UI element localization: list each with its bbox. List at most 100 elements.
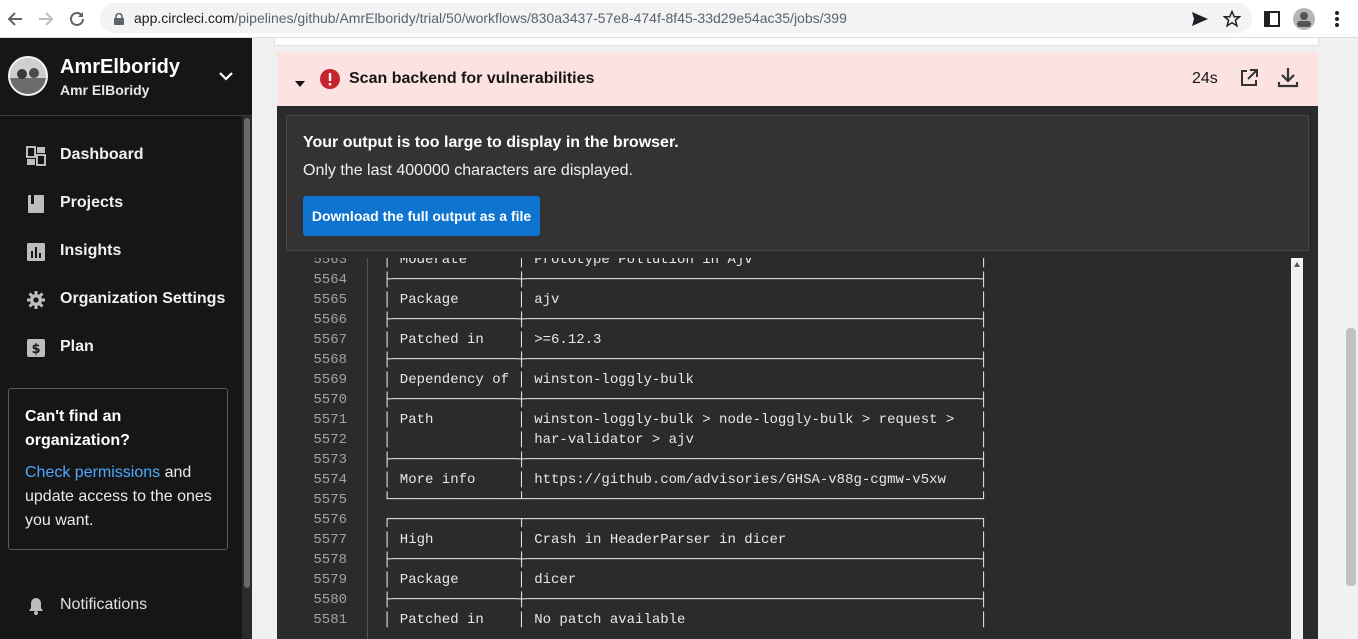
- sidebar-item-label: Insights: [60, 242, 122, 259]
- log-line-text: │ │ har-validator > ajv │: [383, 432, 988, 448]
- log-line: 5570 ├───────────────┼───────────────────…: [289, 390, 1303, 410]
- log-line-number: 5578: [313, 552, 347, 568]
- log-line-number: 5571: [313, 412, 347, 428]
- log-line: 5564 ├───────────────┼───────────────────…: [289, 270, 1303, 290]
- step-title: Scan backend for vulnerabilities: [349, 70, 595, 87]
- sidebar-item-label: Plan: [60, 338, 94, 355]
- sidebar-scrollbar-thumb[interactable]: [244, 118, 250, 588]
- log-line: 5566 ├───────────────┼───────────────────…: [289, 310, 1303, 330]
- log-line-number: 5572: [313, 432, 347, 448]
- dollar-icon: $: [26, 338, 46, 358]
- svg-text:$: $: [31, 342, 40, 357]
- notice-title: Your output is too large to display in t…: [303, 134, 679, 151]
- projects-icon: [26, 194, 46, 214]
- download-icon[interactable]: [1277, 66, 1299, 93]
- bell-icon: [26, 596, 46, 621]
- sidebar-item-organization-settings[interactable]: Organization Settings: [0, 280, 240, 320]
- log-line: 5579 │ Package │ dicer │: [289, 570, 1303, 590]
- notifications-label: Notifications: [60, 596, 148, 613]
- log-line-text: ├───────────────┼───────────────────────…: [383, 352, 988, 368]
- log-line: 5568 ├───────────────┼───────────────────…: [289, 350, 1303, 370]
- log-line-number: 5566: [313, 312, 347, 328]
- notifications-item[interactable]: Notifications: [0, 590, 240, 620]
- step-header[interactable]: Scan backend for vulnerabilities 24s: [277, 52, 1318, 106]
- log-line-number: 5564: [313, 272, 347, 288]
- log-line: 5567 │ Patched in │ >=6.12.3 │: [289, 330, 1303, 350]
- log-line-text: │ Patched in │ No patch available │: [383, 612, 988, 628]
- output-too-large-notice: Your output is too large to display in t…: [286, 115, 1309, 251]
- error-icon: [319, 68, 341, 95]
- log-output[interactable]: 5581 │ Patched in │ No patch available │ 5…: [289, 258, 1303, 639]
- reload-icon[interactable]: [65, 7, 89, 31]
- previous-step-card: [274, 38, 1319, 46]
- log-line-number: 5581: [313, 612, 347, 628]
- help-box: Can't find an organization? Check permis…: [8, 388, 228, 550]
- log-line-text: ├───────────────┼───────────────────────…: [383, 312, 988, 328]
- log-line-number: 5569: [313, 372, 347, 388]
- help-box-text: Check permissions and update access to t…: [25, 461, 215, 533]
- sidepanel-icon[interactable]: [1260, 7, 1284, 31]
- log-line-text: │ High │ Crash in HeaderParser in dicer …: [383, 532, 988, 548]
- sidebar-item-plan[interactable]: $ Plan: [0, 328, 240, 368]
- log-line-text: ├───────────────┼───────────────────────…: [383, 552, 988, 568]
- log-line: 5574 │ More info │ https://github.com/adv…: [289, 470, 1303, 490]
- check-permissions-link[interactable]: Check permissions: [25, 464, 160, 481]
- caret-down-icon[interactable]: [295, 74, 305, 92]
- log-line-number: 5568: [313, 352, 347, 368]
- log-line: 5573 ├───────────────┼───────────────────…: [289, 450, 1303, 470]
- chevron-down-icon[interactable]: [219, 68, 233, 86]
- sidebar: AmrElboridy Amr ElBoridy Dashboard Proje…: [0, 38, 252, 639]
- log-line-text: ├───────────────┼───────────────────────…: [383, 592, 988, 608]
- log-line-text: ├───────────────┼───────────────────────…: [383, 392, 988, 408]
- insights-icon: [26, 242, 46, 262]
- log-line-text: │ Moderate │ Prototype Pollution in Ajv …: [383, 258, 988, 268]
- log-line-text: ├───────────────┼───────────────────────…: [383, 272, 988, 288]
- step-duration: 24s: [1192, 70, 1218, 87]
- log-line: 5565 │ Package │ ajv │: [289, 290, 1303, 310]
- log-line-number: 5565: [313, 292, 347, 308]
- back-icon[interactable]: [3, 7, 27, 31]
- user-name: Amr ElBoridy: [60, 82, 150, 98]
- menu-dots-icon[interactable]: [1325, 7, 1349, 31]
- log-line: 5576 ┌───────────────┬───────────────────…: [289, 510, 1303, 530]
- log-line-text: │ More info │ https://github.com/advisor…: [383, 472, 988, 488]
- log-scrollbar[interactable]: [1291, 258, 1303, 639]
- page-scrollbar-thumb[interactable]: [1346, 328, 1356, 586]
- log-line-text: ┌───────────────┬───────────────────────…: [383, 512, 988, 528]
- log-line-number: 5570: [313, 392, 347, 408]
- forward-icon[interactable]: [34, 7, 58, 31]
- log-line-number: 5577: [313, 532, 347, 548]
- job-content: Scan backend for vulnerabilities 24s You…: [252, 38, 1358, 639]
- log-line: 5569 │ Dependency of │ winston-loggly-bul…: [289, 370, 1303, 390]
- log-line-number: 5563: [313, 258, 347, 268]
- log-line-number: 5573: [313, 452, 347, 468]
- org-avatar: [8, 56, 48, 96]
- log-line: 5563 │ Moderate │ Prototype Pollution in …: [289, 258, 1303, 270]
- sidebar-item-insights[interactable]: Insights: [0, 232, 240, 272]
- address-bar[interactable]: app.circleci.com/pipelines/github/AmrElb…: [100, 3, 1252, 33]
- profile-avatar[interactable]: [1292, 7, 1316, 31]
- log-line-number: 5575: [313, 492, 347, 508]
- log-line-number: 5567: [313, 332, 347, 348]
- send-icon[interactable]: [1188, 7, 1212, 31]
- help-box-title: Can't find an organization?: [25, 408, 130, 449]
- org-name: AmrElboridy: [60, 56, 181, 78]
- org-switcher[interactable]: AmrElboridy Amr ElBoridy: [0, 38, 252, 116]
- log-scroll-up-arrow[interactable]: [1294, 262, 1300, 267]
- download-full-output-button[interactable]: Download the full output as a file: [303, 196, 540, 236]
- gear-icon: [26, 290, 46, 310]
- log-gutter-divider: [367, 258, 368, 639]
- log-line: 5575 └───────────────┴───────────────────…: [289, 490, 1303, 510]
- star-icon[interactable]: [1220, 7, 1244, 31]
- log-line-text: │ Patched in │ >=6.12.3 │: [383, 332, 988, 348]
- log-line-number: 5580: [313, 592, 347, 608]
- log-line-text: ├───────────────┼───────────────────────…: [383, 452, 988, 468]
- log-line: 5571 │ Path │ winston-loggly-bulk > node-…: [289, 410, 1303, 430]
- sidebar-item-projects[interactable]: Projects: [0, 184, 240, 224]
- log-line-text: │ Dependency of │ winston-loggly-bulk │: [383, 372, 988, 388]
- log-line: 5578 ├───────────────┼───────────────────…: [289, 550, 1303, 570]
- sidebar-item-label: Organization Settings: [60, 290, 226, 307]
- external-link-icon[interactable]: [1239, 68, 1259, 93]
- sidebar-item-dashboard[interactable]: Dashboard: [0, 136, 240, 176]
- step-output: Your output is too large to display in t…: [277, 106, 1318, 639]
